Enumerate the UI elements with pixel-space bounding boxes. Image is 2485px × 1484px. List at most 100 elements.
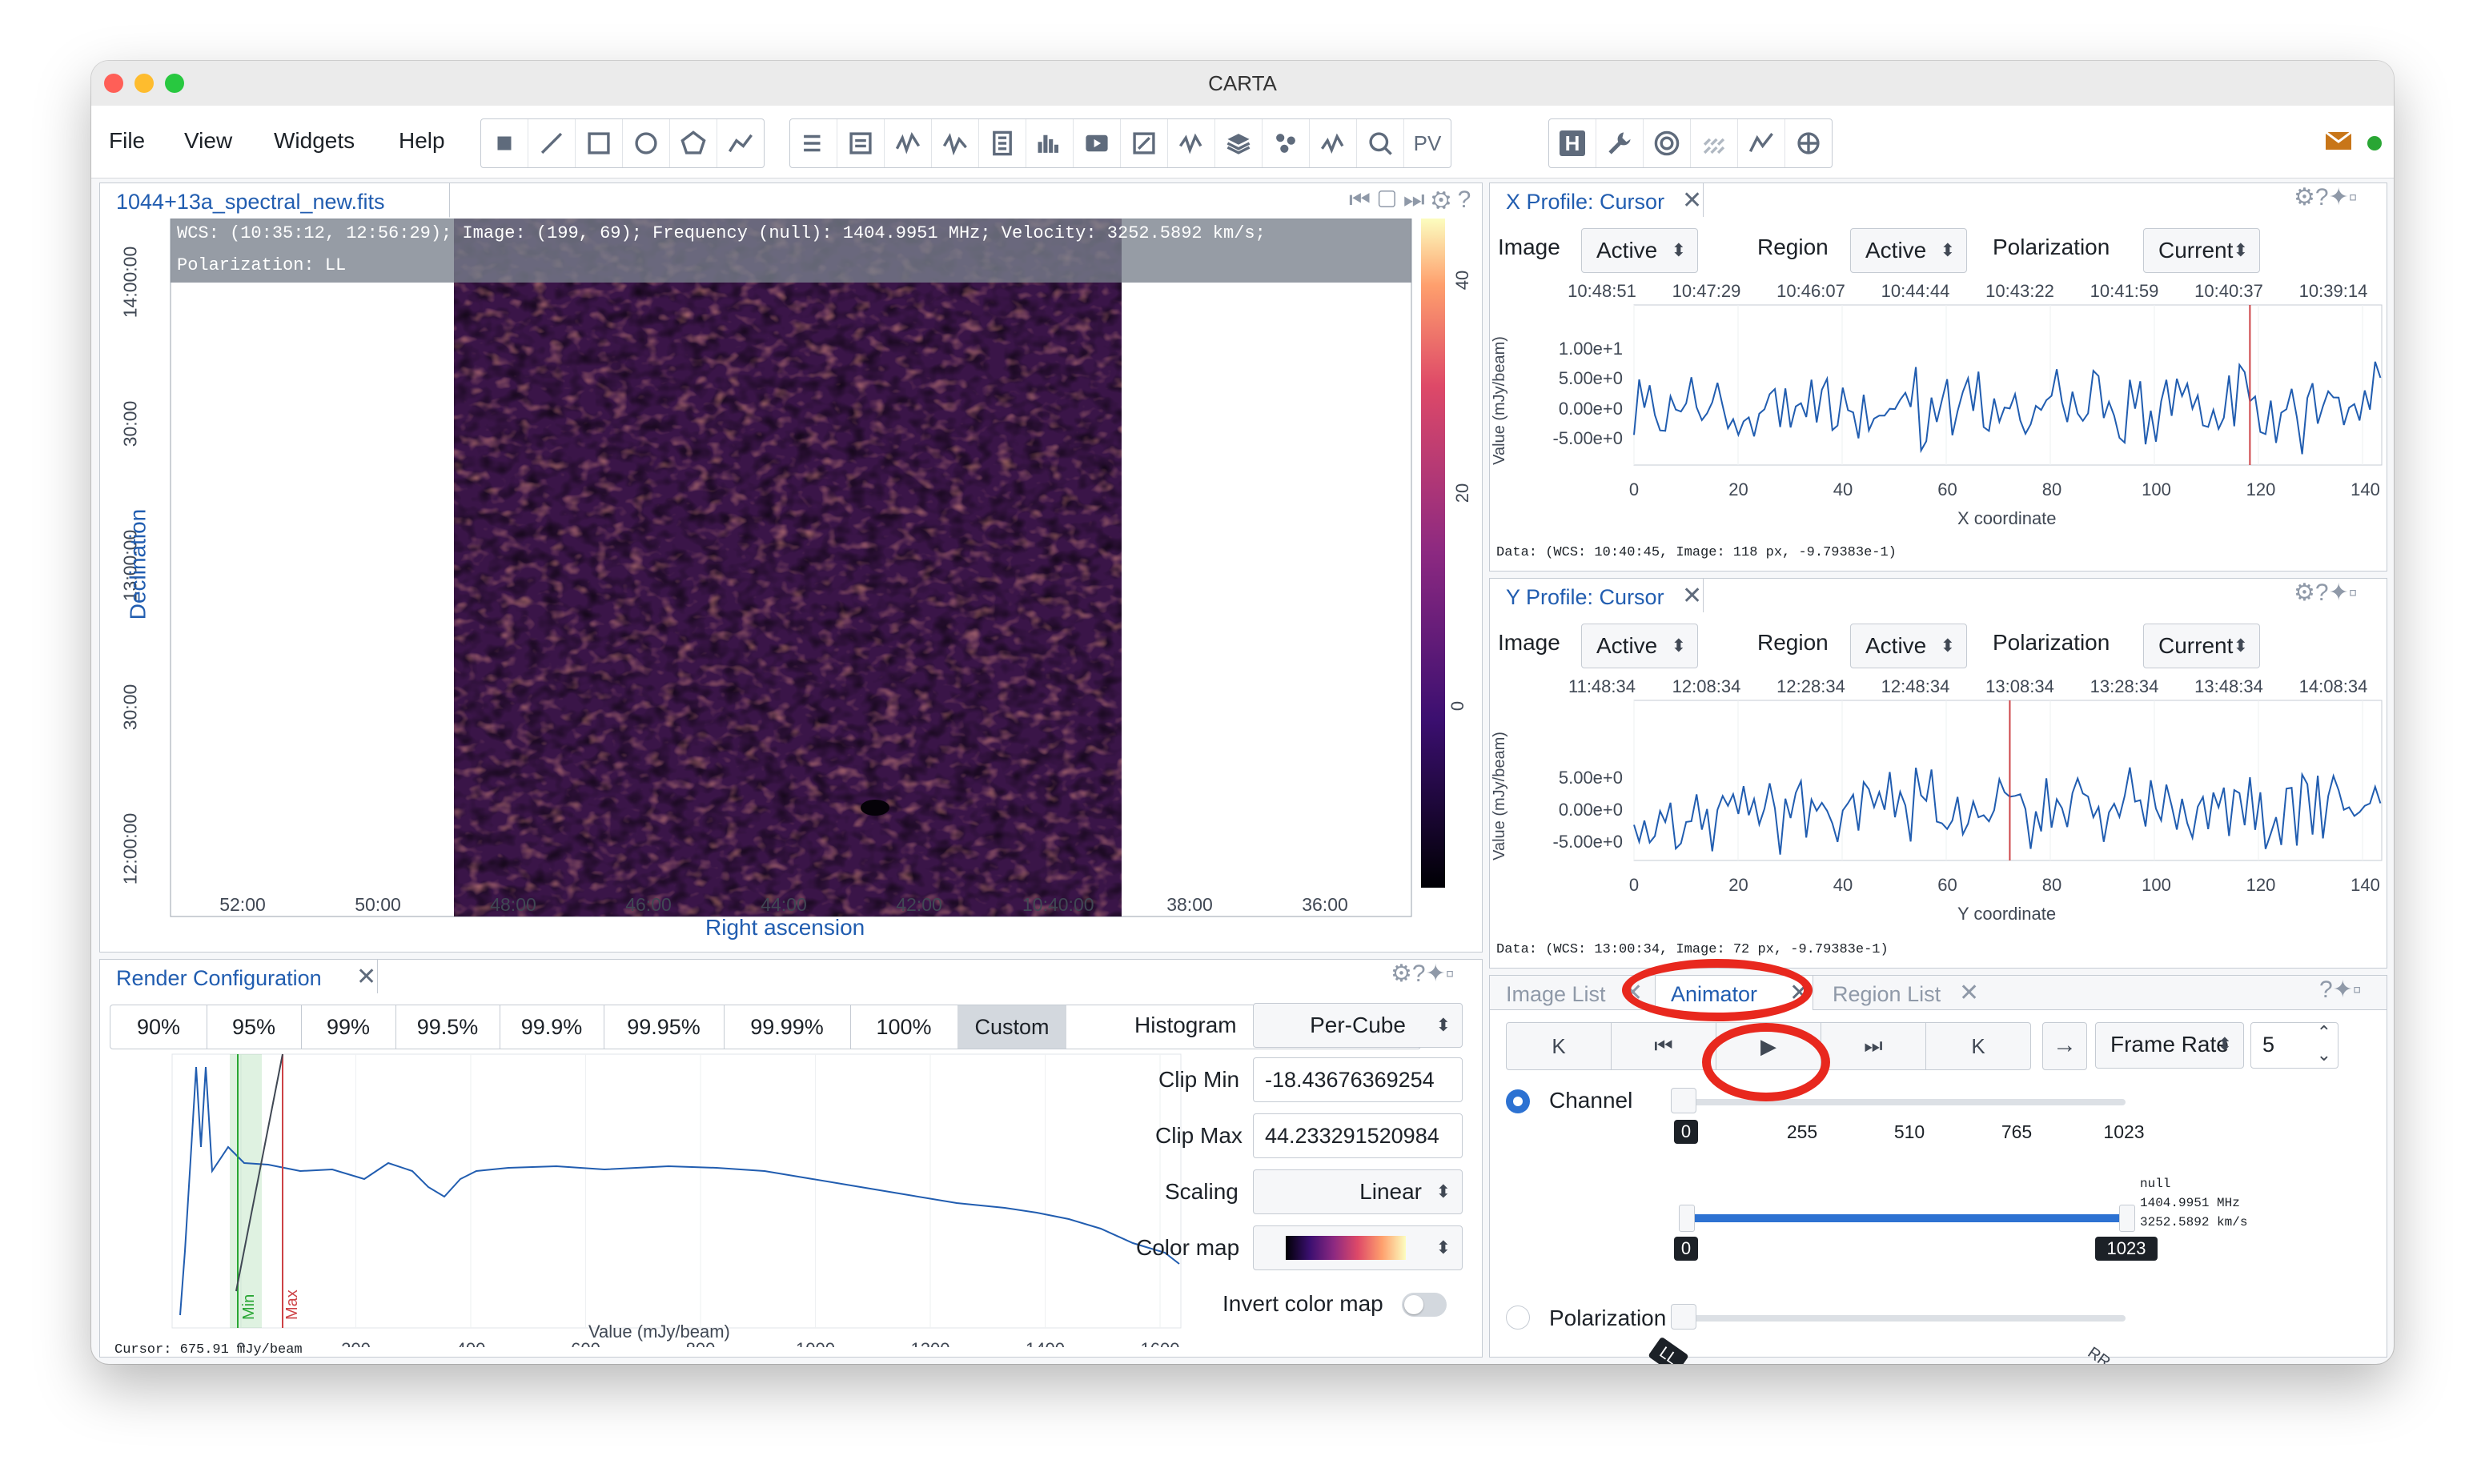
channel-range-track[interactable] xyxy=(1687,1214,2126,1222)
colormap-select[interactable]: ⬍ xyxy=(1253,1225,1463,1270)
range-max-handle[interactable] xyxy=(2119,1205,2135,1232)
first-frame-button[interactable]: K xyxy=(1507,1023,1612,1069)
z-profile-icon[interactable] xyxy=(932,119,979,167)
help-icon[interactable]: ? xyxy=(2319,977,2333,1003)
pin-icon[interactable]: ✦ xyxy=(2329,580,2349,606)
settings-gear-icon[interactable]: ⚙ xyxy=(1391,961,1412,987)
pin-icon[interactable]: ✦ xyxy=(2329,184,2349,211)
y-image-select[interactable]: Active ⬍ xyxy=(1581,624,1698,668)
polarization-slider-track[interactable] xyxy=(1682,1315,2126,1322)
percentile-button[interactable]: 95% xyxy=(207,1005,302,1049)
render-config-icon[interactable] xyxy=(1121,119,1168,167)
online-query-icon[interactable] xyxy=(1357,119,1404,167)
percentile-button[interactable]: 100% xyxy=(850,1005,958,1049)
render-config-close-icon[interactable]: ✕ xyxy=(356,963,376,991)
polarization-radio[interactable] xyxy=(1506,1306,1530,1330)
settings-gear-icon[interactable]: ⚙ xyxy=(2294,184,2315,211)
menu-view[interactable]: View xyxy=(184,128,232,154)
fit-view-icon[interactable]: ▢ xyxy=(1377,187,1396,213)
percentile-button[interactable]: 99.9% xyxy=(500,1005,604,1049)
histogram-select[interactable]: Per-Cube ⬍ xyxy=(1253,1003,1463,1048)
last-frame-button[interactable]: K xyxy=(1926,1023,2030,1069)
invert-colormap-toggle[interactable] xyxy=(1402,1293,1447,1317)
y-profile-tab[interactable]: Y Profile: Cursor xyxy=(1506,585,1664,610)
animator-icon[interactable] xyxy=(1074,119,1121,167)
pin-icon[interactable]: ✦ xyxy=(2333,977,2353,1003)
channel-map-icon[interactable] xyxy=(1785,119,1832,167)
region-list-tab[interactable]: Region List xyxy=(1833,982,1941,1007)
pin-icon[interactable]: ✦ xyxy=(1426,961,1446,987)
pv-generator-icon[interactable]: PV xyxy=(1404,119,1451,167)
contour-icon[interactable] xyxy=(1644,119,1691,167)
y-profile-close-icon[interactable]: ✕ xyxy=(1682,582,1702,610)
x-profile-plot[interactable]: 10:48:51 10:47:29 10:46:07 10:44:44 10:43:22… xyxy=(1490,278,2387,558)
x-polarization-select[interactable]: Current ⬍ xyxy=(2143,228,2260,273)
log-mail-icon[interactable] xyxy=(2325,130,2352,154)
maximize-icon[interactable]: ▫ xyxy=(2353,977,2362,1003)
line-tool-icon[interactable] xyxy=(528,119,576,167)
first-frame-icon[interactable]: ⏮ xyxy=(1349,187,1371,213)
frame-rate-input[interactable]: 5 ⌃ ⌄ xyxy=(2250,1022,2338,1069)
x-profile-close-icon[interactable]: ✕ xyxy=(1682,187,1702,215)
y-profile-plot[interactable]: 11:48:34 12:08:34 12:28:34 12:48:34 13:08:34… xyxy=(1490,673,2387,953)
spectral-line-query-icon[interactable] xyxy=(1310,119,1357,167)
image-info-icon[interactable] xyxy=(837,119,885,167)
percentile-button[interactable]: Custom xyxy=(957,1005,1066,1049)
next-frame-button[interactable]: ⏭ xyxy=(1821,1023,1926,1069)
x-profile-tab[interactable]: X Profile: Cursor xyxy=(1506,190,1664,215)
layers-icon[interactable] xyxy=(1215,119,1263,167)
statistics-icon[interactable] xyxy=(979,119,1026,167)
settings-gear-icon[interactable]: ⚙ xyxy=(2294,580,2315,606)
range-min-handle[interactable] xyxy=(1679,1205,1695,1232)
render-config-tab[interactable]: Render Configuration xyxy=(116,966,322,991)
rectangle-tool-icon[interactable] xyxy=(576,119,623,167)
percentile-button[interactable]: 99.95% xyxy=(604,1005,725,1049)
channel-slider-handle[interactable] xyxy=(1671,1088,1696,1113)
ellipse-tool-icon[interactable] xyxy=(623,119,670,167)
help-icon[interactable]: ? xyxy=(1458,187,1471,213)
xy-profile-icon[interactable] xyxy=(885,119,932,167)
histogram-plot[interactable]: 02004006008001000120014001600MinMax xyxy=(108,1051,1189,1347)
percentile-button[interactable]: 99% xyxy=(301,1005,396,1049)
point-tool-icon[interactable] xyxy=(481,119,528,167)
image-view-canvas[interactable] xyxy=(100,219,1482,952)
help-icon[interactable]: ? xyxy=(2315,184,2329,211)
hips-icon[interactable]: H xyxy=(1549,119,1596,167)
vector-overlay-icon[interactable] xyxy=(1691,119,1738,167)
maximize-icon[interactable]: ▫ xyxy=(2349,580,2358,606)
catalog-icon[interactable] xyxy=(1263,119,1310,167)
polyline-tool-icon[interactable] xyxy=(717,119,764,167)
image-view-tab[interactable]: 1044+13a_spectral_new.fits xyxy=(116,190,385,215)
help-icon[interactable]: ? xyxy=(1412,961,1426,987)
percentile-button[interactable]: 99.5% xyxy=(395,1005,500,1049)
x-image-select[interactable]: Active ⬍ xyxy=(1581,228,1698,273)
region-list-icon[interactable] xyxy=(790,119,837,167)
region-list-close-icon[interactable]: ✕ xyxy=(1959,979,1979,1007)
last-frame-icon[interactable]: ⏭ xyxy=(1403,187,1425,213)
percentile-button[interactable]: 99.99% xyxy=(724,1005,851,1049)
scaling-select[interactable]: Linear ⬍ xyxy=(1253,1169,1463,1214)
image-list-tab[interactable]: Image List xyxy=(1506,982,1606,1007)
menu-widgets[interactable]: Widgets xyxy=(274,128,355,154)
clip-max-input[interactable]: 44.233291520984 xyxy=(1253,1113,1463,1158)
fitting-icon[interactable] xyxy=(1738,119,1785,167)
menu-file[interactable]: File xyxy=(109,128,145,154)
help-icon[interactable]: ? xyxy=(2315,580,2329,606)
histogram-icon[interactable] xyxy=(1026,119,1074,167)
y-region-select[interactable]: Active ⬍ xyxy=(1850,624,1967,668)
stokes-analysis-icon[interactable] xyxy=(1168,119,1215,167)
frame-rate-select[interactable]: Frame Rate ⬍ xyxy=(2095,1022,2244,1069)
x-region-select[interactable]: Active ⬍ xyxy=(1850,228,1967,273)
channel-radio[interactable] xyxy=(1506,1089,1530,1113)
maximize-icon[interactable]: ▫ xyxy=(2349,184,2358,211)
clip-min-input[interactable]: -18.43676369254 xyxy=(1253,1057,1463,1102)
menu-help[interactable]: Help xyxy=(399,128,445,154)
percentile-button[interactable]: 90% xyxy=(110,1005,207,1049)
play-mode-forward-icon[interactable]: → xyxy=(2042,1022,2087,1070)
previous-frame-button[interactable]: ⏮ xyxy=(1612,1023,1716,1069)
settings-gear-icon[interactable]: ⚙ xyxy=(1431,187,1451,213)
polygon-tool-icon[interactable] xyxy=(670,119,717,167)
y-polarization-select[interactable]: Current ⬍ xyxy=(2143,624,2260,668)
polarization-slider-handle[interactable] xyxy=(1671,1304,1696,1330)
wrench-icon[interactable] xyxy=(1596,119,1644,167)
